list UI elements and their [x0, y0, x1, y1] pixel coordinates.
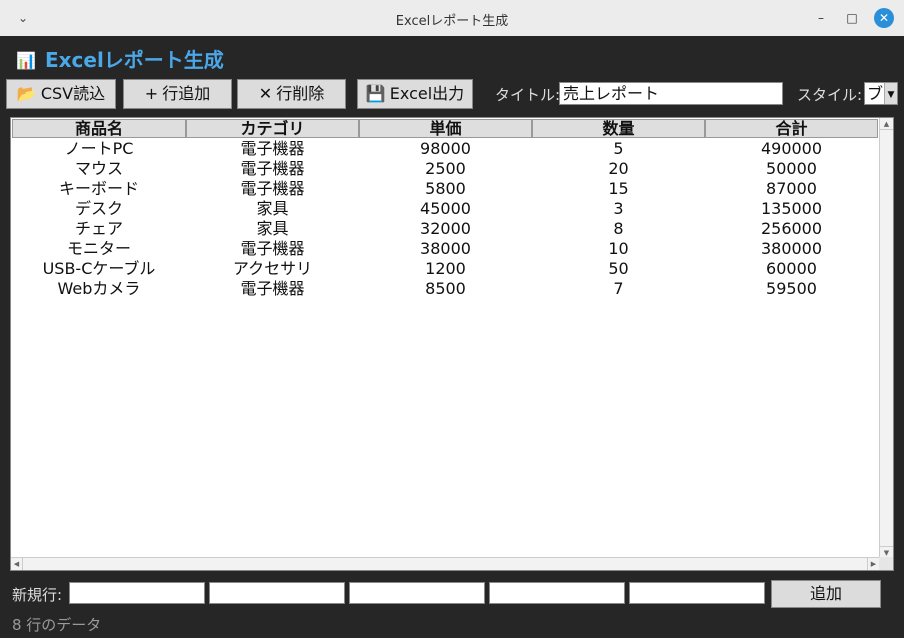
- table-row[interactable]: USB-Cケーブル アクセサリ 1200 50 60000: [12, 259, 878, 279]
- table-row[interactable]: モニター 電子機器 38000 10 380000: [12, 239, 878, 259]
- title-label: タイトル:: [495, 86, 561, 104]
- plus-icon: +: [144, 84, 159, 103]
- table-row[interactable]: チェア 家具 32000 8 256000: [12, 219, 878, 239]
- new-row-total-field[interactable]: [629, 582, 765, 604]
- table-cell: USB-Cケーブル: [42, 259, 156, 278]
- delete-row-label: 行削除: [276, 84, 325, 103]
- new-row-name-field[interactable]: [69, 582, 205, 604]
- csv-import-label: CSV読込: [40, 84, 106, 103]
- table-cell: 60000: [766, 259, 817, 278]
- table-row[interactable]: ノートPC 電子機器 98000 5 490000: [12, 139, 878, 159]
- style-label: スタイル:: [797, 86, 863, 104]
- table-cell: ノートPC: [64, 139, 134, 158]
- table-body: ノートPC 電子機器 98000 5 490000 マウス 電子機器 2500 …: [12, 139, 878, 299]
- export-excel-button[interactable]: 💾 Excel出力: [357, 79, 473, 109]
- app-window: 📊 Excelレポート生成 📂 CSV読込 + 行追加 ✕ 行削除 💾 Excel出力 …: [0, 36, 904, 638]
- table-cell: 20: [608, 159, 629, 178]
- table-cell: 2500: [425, 159, 466, 178]
- close-button[interactable]: ✕: [874, 8, 894, 28]
- toolbar: 📂 CSV読込 + 行追加 ✕ 行削除 💾 Excel出力 タイトル: 売上レポート ス…: [6, 79, 898, 109]
- window-title: Excelレポート生成: [395, 14, 509, 29]
- table-cell: 電子機器: [240, 239, 305, 258]
- data-table[interactable]: 商品名 カテゴリ 単価 数量 合計 ノートPC 電子機器 98000 5 490…: [10, 117, 894, 571]
- table-row[interactable]: キーボード 電子機器 5800 15 87000: [12, 179, 878, 199]
- table-cell: 32000: [420, 219, 471, 238]
- bar-chart-icon: 📊: [16, 51, 36, 70]
- table-cell: デスク: [74, 199, 123, 218]
- table-cell: 135000: [760, 199, 823, 218]
- table-cell: マウス: [74, 159, 123, 178]
- export-excel-label: Excel出力: [389, 84, 465, 103]
- column-header-quantity[interactable]: 数量: [532, 119, 705, 138]
- add-row-label: 行追加: [162, 84, 211, 103]
- window-titlebar: ⌄ Excelレポート生成 – □ ✕: [0, 0, 904, 36]
- scroll-left-icon[interactable]: ◀: [11, 558, 23, 570]
- csv-import-button[interactable]: 📂 CSV読込: [6, 79, 116, 109]
- table-cell: 10: [608, 239, 629, 258]
- table-cell: 256000: [760, 219, 823, 238]
- save-icon: 💾: [365, 84, 386, 103]
- table-cell: 98000: [420, 139, 471, 158]
- style-select-value: ブル: [867, 84, 884, 103]
- minimize-button[interactable]: –: [812, 9, 830, 27]
- horizontal-scrollbar[interactable]: ◀ ▶: [11, 557, 879, 570]
- table-cell: モニター: [66, 239, 131, 258]
- table-cell: 59500: [766, 279, 817, 298]
- column-header-name[interactable]: 商品名: [12, 119, 186, 138]
- column-header-total[interactable]: 合計: [705, 119, 878, 138]
- table-cell: 5: [613, 139, 624, 158]
- table-cell: チェア: [74, 219, 123, 238]
- table-cell: 5800: [425, 179, 466, 198]
- table-cell: 8500: [425, 279, 466, 298]
- table-cell: 15: [608, 179, 629, 198]
- table-cell: キーボード: [58, 179, 139, 198]
- table-cell: 50: [608, 259, 629, 278]
- chevron-down-icon[interactable]: ▼: [884, 83, 897, 104]
- table-cell: 7: [613, 279, 624, 298]
- scroll-up-icon[interactable]: ▲: [880, 118, 893, 130]
- table-cell: 家具: [256, 219, 289, 238]
- scroll-right-icon[interactable]: ▶: [867, 558, 879, 570]
- table-cell: Webカメラ: [57, 279, 141, 298]
- new-row-unit-price-field[interactable]: [349, 582, 485, 604]
- table-row[interactable]: Webカメラ 電子機器 8500 7 59500: [12, 279, 878, 299]
- table-cell: 38000: [420, 239, 471, 258]
- table-cell: 電子機器: [240, 279, 305, 298]
- table-cell: 45000: [420, 199, 471, 218]
- table-cell: 電子機器: [240, 139, 305, 158]
- add-row-button[interactable]: + 行追加: [123, 79, 232, 109]
- add-button[interactable]: 追加: [771, 580, 881, 608]
- table-header: 商品名 カテゴリ 単価 数量 合計: [12, 119, 878, 138]
- table-cell: 1200: [425, 259, 466, 278]
- table-cell: 電子機器: [240, 159, 305, 178]
- scrollbar-corner: [879, 557, 893, 570]
- column-header-unit-price[interactable]: 単価: [359, 119, 532, 138]
- maximize-button[interactable]: □: [843, 9, 861, 27]
- vertical-scrollbar[interactable]: ▲ ▼: [879, 118, 893, 558]
- new-row-quantity-field[interactable]: [489, 582, 625, 604]
- table-row[interactable]: マウス 電子機器 2500 20 50000: [12, 159, 878, 179]
- new-row-label: 新規行:: [12, 586, 63, 604]
- table-cell: 3: [613, 199, 624, 218]
- table-cell: 490000: [760, 139, 823, 158]
- new-row-category-field[interactable]: [209, 582, 345, 604]
- table-cell: 87000: [766, 179, 817, 198]
- table-cell: 8: [613, 219, 624, 238]
- table-cell: 380000: [760, 239, 823, 258]
- style-select[interactable]: ブル ▼: [864, 82, 898, 105]
- title-input[interactable]: 売上レポート: [559, 82, 783, 105]
- table-cell: 家具: [256, 199, 289, 218]
- new-row-bar: 新規行: 追加: [12, 580, 892, 608]
- table-cell: アクセサリ: [232, 259, 313, 278]
- table-row[interactable]: デスク 家具 45000 3 135000: [12, 199, 878, 219]
- table-cell: 50000: [766, 159, 817, 178]
- column-header-category[interactable]: カテゴリ: [186, 119, 359, 138]
- folder-icon: 📂: [16, 84, 37, 103]
- status-text: 8 行のデータ: [12, 616, 102, 634]
- x-icon: ✕: [258, 84, 273, 103]
- page-title: 📊 Excelレポート生成: [16, 44, 224, 72]
- page-title-text: Excelレポート生成: [44, 48, 224, 72]
- delete-row-button[interactable]: ✕ 行削除: [237, 79, 346, 109]
- table-cell: 電子機器: [240, 179, 305, 198]
